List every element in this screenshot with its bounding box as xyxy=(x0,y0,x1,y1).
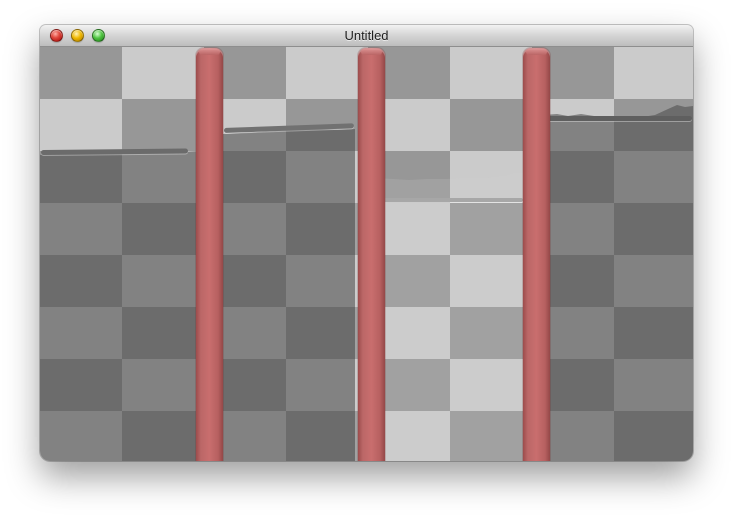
checker-tile xyxy=(614,47,693,99)
checker-tile xyxy=(40,47,122,99)
barrier-bar xyxy=(358,48,385,461)
checker-tile xyxy=(450,99,532,151)
water-region xyxy=(223,129,355,461)
checker-tile xyxy=(450,47,532,99)
barrier-bar xyxy=(523,48,550,461)
checker-tile xyxy=(286,47,368,99)
simulation-canvas xyxy=(40,47,693,461)
water-surface xyxy=(546,116,692,121)
barrier-bar xyxy=(196,48,223,461)
water-surface xyxy=(381,198,523,202)
window-title: Untitled xyxy=(344,28,389,43)
close-button[interactable] xyxy=(50,29,63,42)
minimize-button[interactable] xyxy=(71,29,84,42)
checker-tile xyxy=(122,99,204,151)
checker-tile xyxy=(40,99,122,151)
checker-tile xyxy=(122,47,204,99)
app-window: Untitled xyxy=(40,25,693,461)
title-bar[interactable]: Untitled xyxy=(40,25,693,47)
zoom-button[interactable] xyxy=(92,29,105,42)
